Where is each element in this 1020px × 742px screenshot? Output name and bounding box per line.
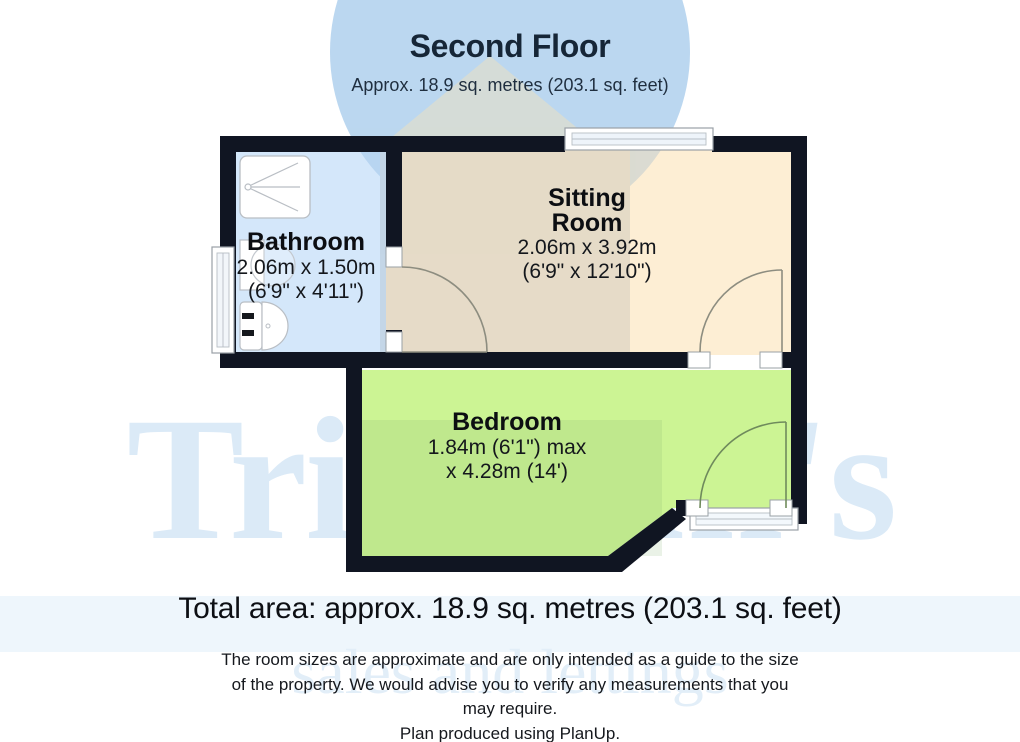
bathroom-name: Bathroom (246, 228, 366, 256)
sitting-room-name-line2: Room (551, 209, 623, 237)
window-sitting-top (564, 127, 714, 151)
sitting-room-dimension-imperial: (6'9" x 12'10") (522, 259, 652, 283)
plan-footer: Total area: approx. 18.9 sq. metres (203… (0, 592, 1020, 742)
bathroom-dimension-metric: 2.06m x 1.50m (236, 256, 376, 279)
wall-bedroom-bottom (346, 556, 616, 572)
total-area-text: Total area: approx. 18.9 sq. metres (203… (178, 592, 842, 625)
wall-right-outer-upper (791, 136, 807, 368)
wash-basin-icon (239, 301, 289, 351)
wall-sitting-bottom-left (386, 352, 693, 368)
disclaimer-line-4: Plan produced using PlanUp. (399, 723, 621, 742)
bathroom-dimension-imperial: (6'9" x 4'11") (248, 279, 364, 303)
bedroom-dimension-imperial: x 4.28m (14') (446, 459, 568, 483)
wall-bathroom-bottom (220, 352, 386, 368)
wall-top-left (220, 136, 565, 152)
disclaimer-text: The room sizes are approximate and are o… (0, 626, 1020, 742)
bedroom-dimension-metric: 1.84m (6'1") max (427, 436, 587, 459)
disclaimer-line-2: of the property. We would advise you to … (231, 674, 789, 694)
disclaimer-line-1: The room sizes are approximate and are o… (221, 650, 799, 669)
bedroom-name: Bedroom (452, 408, 562, 436)
room-label-bedroom: Bedroom 1.84m (6'1") max x 4.28m (14') (352, 408, 662, 483)
room-label-sitting-room: Sitting Room 2.06m x 3.92m (6'9" x 12'10… (452, 186, 722, 283)
floorplan-page: Tristram's sales and lettings Second Flo… (0, 0, 1020, 742)
disclaimer-line-3: may require. (462, 699, 558, 719)
sitting-room-dimension-metric: 2.06m x 3.92m (517, 236, 657, 259)
wall-right-outer-lower (791, 368, 807, 508)
room-label-bathroom: Bathroom 2.06m x 1.50m (6'9" x 4'11") (150, 228, 462, 303)
sitting-room-name-line1: Sitting (548, 184, 626, 212)
